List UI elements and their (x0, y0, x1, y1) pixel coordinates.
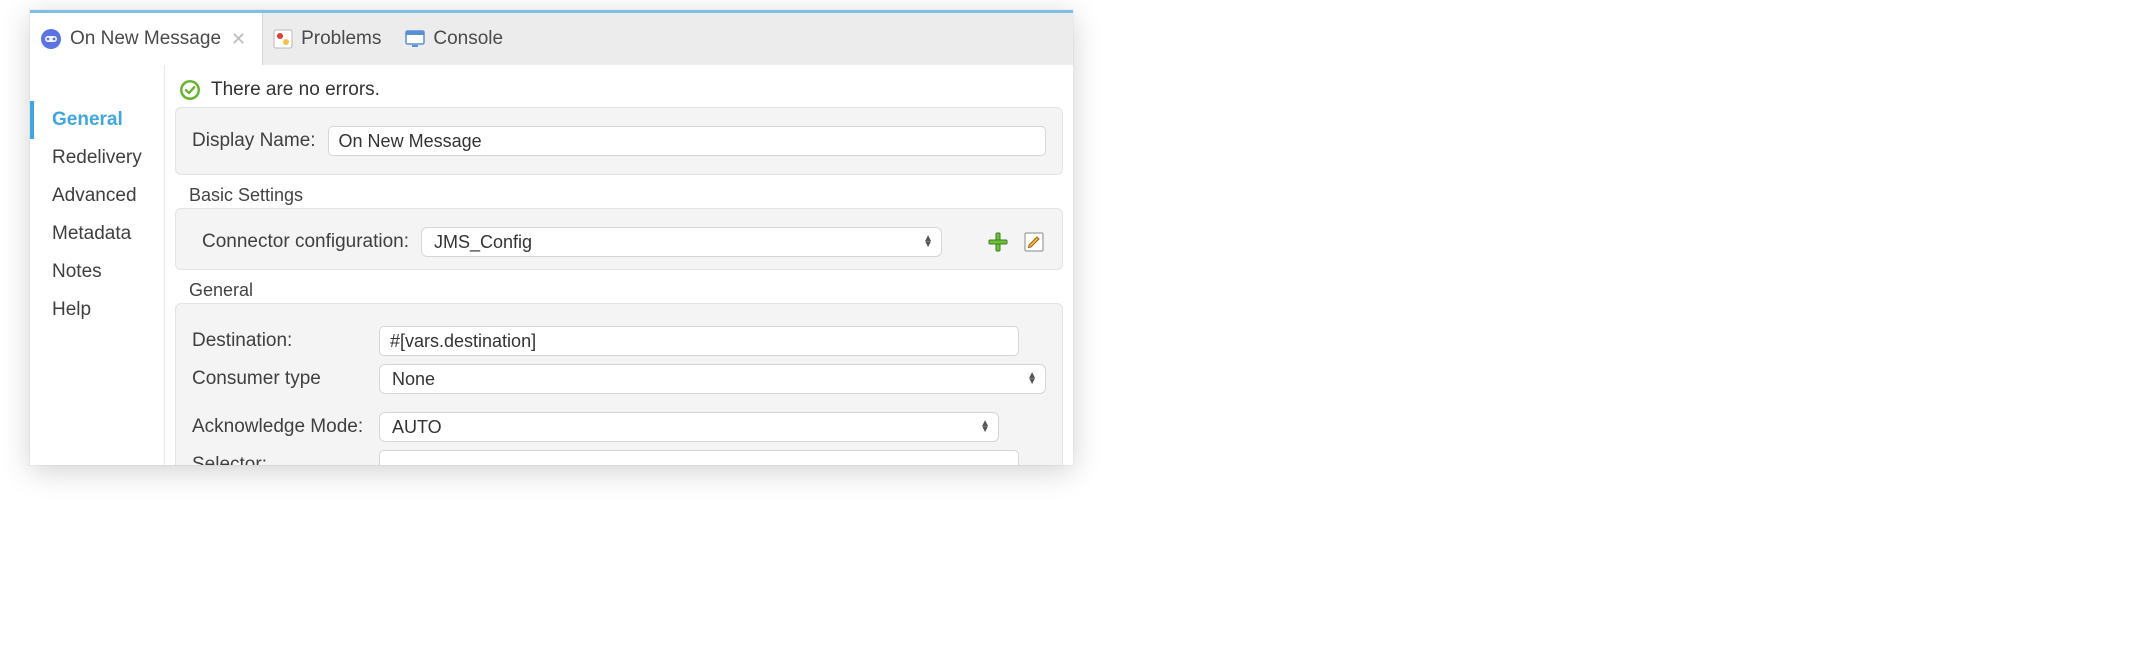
display-name-input[interactable] (328, 126, 1046, 156)
sidebar-item-label: Metadata (52, 223, 131, 244)
display-name-label: Display Name: (192, 130, 316, 152)
sidebar-item-label: Advanced (52, 185, 137, 206)
selector-label: Selector: (192, 454, 367, 465)
status-text: There are no errors. (211, 79, 380, 101)
tab-console[interactable]: Console (395, 13, 517, 65)
sidebar-item-help[interactable]: Help (30, 291, 164, 329)
console-icon (405, 29, 425, 49)
sidebar-item-label: General (52, 109, 123, 130)
add-config-button[interactable] (986, 230, 1010, 254)
connector-config-select[interactable]: JMS_Config ▲▼ (421, 227, 942, 257)
ack-mode-select[interactable]: AUTO ▲▼ (379, 412, 999, 442)
selector-input[interactable] (379, 450, 1019, 465)
sidebar: General Redelivery Advanced Metadata Not… (30, 65, 165, 465)
display-name-panel: Display Name: (175, 107, 1063, 175)
general-group: Destination: Consumer type None ▲▼ Ackno… (175, 303, 1063, 465)
general-group-title: General (189, 280, 1063, 301)
select-value: AUTO (392, 417, 442, 438)
sidebar-item-general[interactable]: General (30, 101, 164, 139)
sidebar-item-redelivery[interactable]: Redelivery (30, 139, 164, 177)
status-row: There are no errors. (175, 75, 1063, 107)
sidebar-item-label: Notes (52, 261, 102, 282)
ack-mode-label: Acknowledge Mode: (192, 416, 367, 438)
tab-problems[interactable]: Problems (263, 13, 395, 65)
destination-input[interactable] (379, 326, 1019, 356)
chevron-updown-icon: ▲▼ (980, 421, 990, 433)
sidebar-item-advanced[interactable]: Advanced (30, 177, 164, 215)
plus-icon (987, 231, 1009, 253)
select-value: None (392, 369, 435, 390)
check-circle-icon (179, 79, 201, 101)
problems-icon (273, 29, 293, 49)
main-content: There are no errors. Display Name: Basic… (165, 65, 1073, 465)
basic-settings-title: Basic Settings (189, 185, 1063, 206)
basic-settings-group: Connector configuration: JMS_Config ▲▼ (175, 208, 1063, 270)
close-icon[interactable]: ✕ (229, 29, 248, 50)
sidebar-item-metadata[interactable]: Metadata (30, 215, 164, 253)
chevron-updown-icon: ▲▼ (1027, 373, 1037, 385)
tab-label: On New Message (70, 28, 221, 50)
consumer-type-label: Consumer type (192, 368, 367, 390)
body: General Redelivery Advanced Metadata Not… (30, 65, 1073, 465)
connector-icon (40, 28, 62, 50)
tab-label: Console (433, 28, 503, 50)
tab-strip: On New Message ✕ Problems Console (30, 10, 1073, 65)
tab-on-new-message[interactable]: On New Message ✕ (30, 13, 263, 65)
editor-panel: On New Message ✕ Problems Console Genera… (30, 10, 1073, 465)
sidebar-item-label: Help (52, 299, 91, 320)
select-value: JMS_Config (434, 232, 532, 253)
tab-label: Problems (301, 28, 381, 50)
consumer-type-select[interactable]: None ▲▼ (379, 364, 1046, 394)
chevron-updown-icon: ▲▼ (923, 236, 933, 248)
sidebar-item-notes[interactable]: Notes (30, 253, 164, 291)
edit-icon (1023, 231, 1045, 253)
sidebar-item-label: Redelivery (52, 147, 142, 168)
destination-label: Destination: (192, 330, 367, 352)
connector-config-label: Connector configuration: (202, 231, 409, 253)
edit-config-button[interactable] (1022, 230, 1046, 254)
